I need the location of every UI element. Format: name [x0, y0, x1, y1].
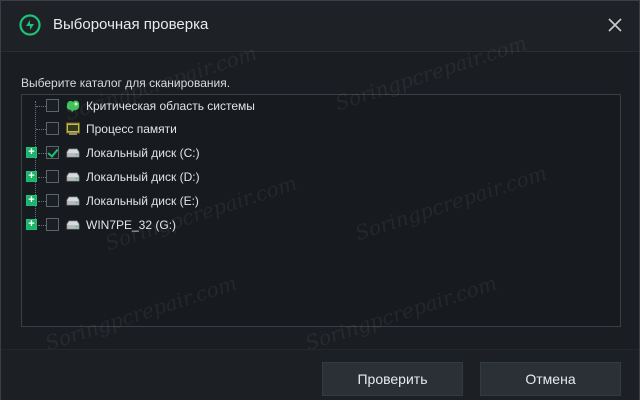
expand-icon[interactable]: +: [26, 171, 37, 182]
scan-button[interactable]: Проверить: [322, 362, 463, 396]
tree-item-label: Процесс памяти: [86, 122, 177, 136]
drive-icon: [66, 148, 80, 158]
close-icon[interactable]: [603, 13, 627, 37]
tree-item-label: Локальный диск (C:): [86, 146, 200, 160]
tree-item-checkbox[interactable]: [46, 170, 59, 183]
tree-item-drive-g[interactable]: + WIN7PE_32 (G:): [22, 214, 422, 236]
tree-item-checkbox[interactable]: [46, 194, 59, 207]
tree-item-label: Локальный диск (E:): [86, 194, 199, 208]
tree-item-label: WIN7PE_32 (G:): [86, 218, 177, 232]
tree-connector: [38, 225, 46, 226]
tree-connector: [38, 177, 46, 178]
drive-icon: [66, 196, 80, 206]
drive-icon: [66, 172, 80, 182]
expand-icon[interactable]: +: [26, 195, 37, 206]
tree-item-label: Критическая область системы: [86, 99, 255, 113]
dialog-title: Выборочная проверка: [53, 16, 209, 33]
expand-icon[interactable]: +: [26, 147, 37, 158]
drive-icon: [66, 220, 80, 230]
tree-item-memory-process[interactable]: Процесс памяти: [22, 118, 422, 140]
tree-connector: [38, 201, 46, 202]
dialog-footer: Проверить Отмена: [1, 349, 639, 400]
memory-process-icon: [66, 122, 80, 135]
folder-tree-panel[interactable]: Критическая область системы Процесс памя…: [21, 94, 621, 327]
select-folder-prompt: Выберите каталог для сканирования.: [21, 76, 231, 90]
tree-item-label: Локальный диск (D:): [86, 170, 200, 184]
tree-item-checkbox[interactable]: [46, 122, 59, 135]
tree-item-drive-d[interactable]: + Локальный диск (D:): [22, 166, 422, 188]
tree-item-system-area[interactable]: Критическая область системы: [22, 95, 422, 117]
app-logo-icon: [19, 14, 41, 36]
tree-item-checkbox[interactable]: [46, 218, 59, 231]
system-area-icon: [66, 100, 80, 112]
title-bar: Выборочная проверка: [1, 1, 639, 52]
tree-item-drive-c[interactable]: + Локальный диск (C:): [22, 142, 422, 164]
tree-item-drive-e[interactable]: + Локальный диск (E:): [22, 190, 422, 212]
tree-item-checkbox[interactable]: [46, 146, 59, 159]
custom-scan-dialog: Выборочная проверка Выберите каталог для…: [0, 0, 640, 400]
tree-connector: [38, 153, 46, 154]
tree-item-checkbox[interactable]: [46, 99, 59, 112]
cancel-button[interactable]: Отмена: [480, 362, 621, 396]
expand-icon[interactable]: +: [26, 219, 37, 230]
